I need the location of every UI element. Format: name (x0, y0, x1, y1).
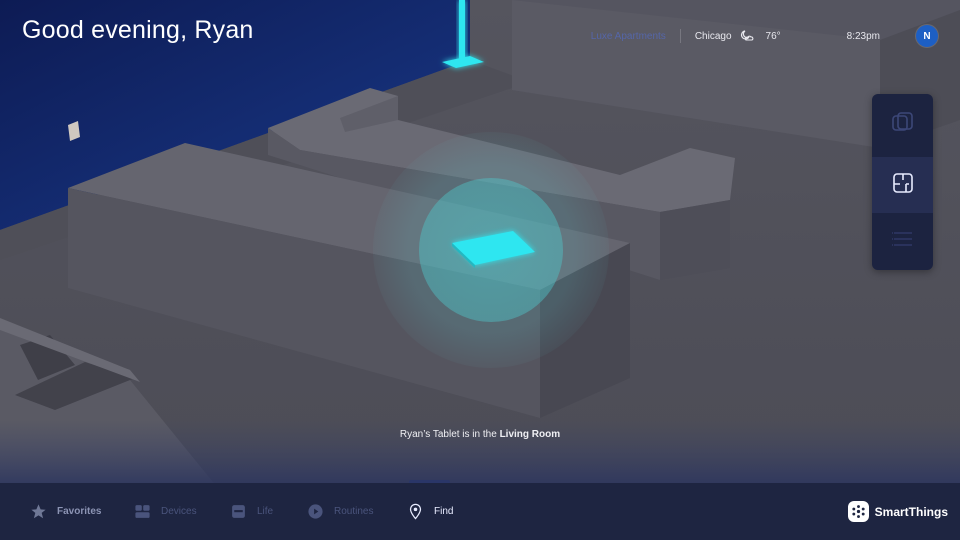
play-icon (306, 503, 324, 521)
device-location-caption: Ryan’s Tablet is in the Living Room (0, 429, 960, 440)
list-icon (891, 227, 915, 256)
clock-time: 8:23pm (846, 30, 880, 42)
star-icon (29, 503, 47, 521)
moon-cloud-icon (740, 29, 754, 43)
floor-plan-view-button[interactable] (872, 157, 933, 213)
life-icon (229, 503, 247, 521)
layers-view-button[interactable] (872, 94, 933, 157)
view-mode-panel (872, 94, 933, 270)
home-location[interactable]: Luxe Apartments (591, 31, 666, 42)
greeting-title: Good evening, Ryan (22, 16, 254, 44)
nav-label: Find (434, 506, 454, 517)
nav-item-life[interactable]: Life (229, 483, 273, 540)
nav-item-favorites[interactable]: Favorites (29, 483, 101, 540)
header-status-bar: Luxe Apartments Chicago 76° 8:23pm N (591, 25, 938, 47)
nav-item-devices[interactable]: Devices (133, 483, 197, 540)
nav-label: Routines (334, 506, 374, 517)
smartthings-brand: SmartThings (847, 483, 948, 540)
divider (679, 29, 681, 43)
nav-label: Devices (161, 506, 197, 517)
floor-plan-icon (891, 171, 915, 200)
room-name: Living Room (499, 429, 561, 440)
location-pin-icon (406, 503, 424, 521)
smartthings-logo-icon (847, 501, 869, 522)
list-view-button[interactable] (872, 213, 933, 270)
nav-label: Life (257, 506, 274, 517)
user-avatar[interactable]: N (916, 25, 938, 47)
bottom-navigation: Favorites Devices Life Routines Find Sma… (0, 480, 960, 540)
nav-item-find[interactable]: Find (406, 483, 453, 540)
floor-plan-3d-scene (0, 0, 960, 540)
nav-item-routines[interactable]: Routines (306, 483, 373, 540)
brand-name: SmartThings (874, 504, 948, 519)
nav-label: Favorites (57, 506, 102, 517)
weather-city: Chicago (694, 30, 732, 42)
caption-prefix: Ryan’s Tablet is in the (399, 429, 497, 440)
devices-icon (133, 503, 151, 521)
layers-icon (891, 111, 915, 140)
temperature: 76° (765, 30, 781, 42)
